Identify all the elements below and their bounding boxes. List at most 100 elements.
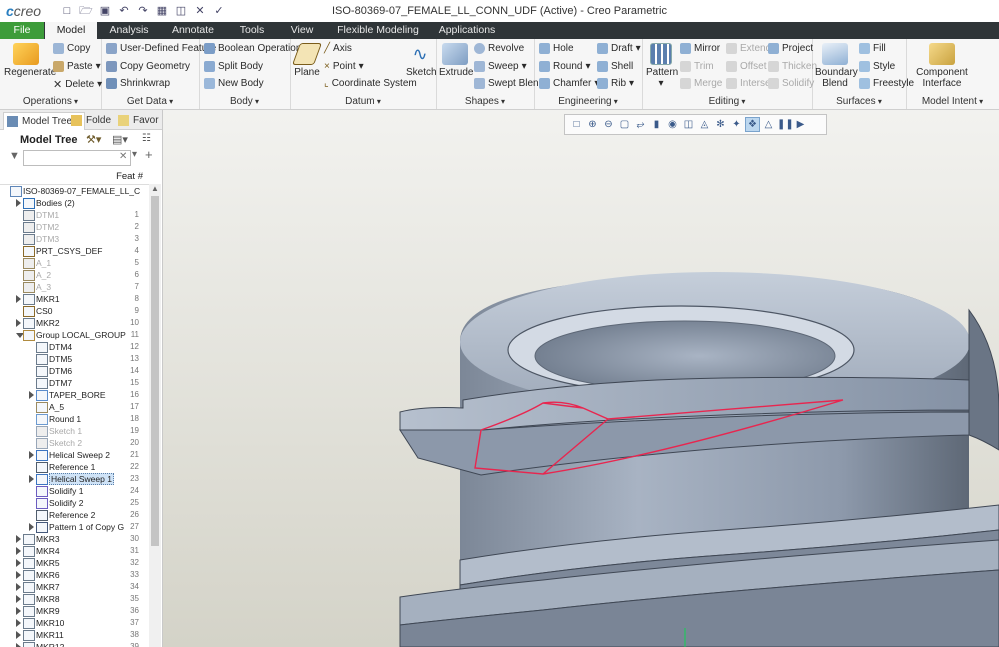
tree-row[interactable]: Bodies (2) xyxy=(0,197,149,209)
tree-row[interactable]: A_5 17 xyxy=(0,401,149,413)
style-button[interactable]: Style xyxy=(859,61,895,72)
extend-button[interactable]: Extend xyxy=(726,43,771,54)
tree-row[interactable]: Sketch 2 20 xyxy=(0,437,149,449)
tree-row[interactable]: Solidify 2 25 xyxy=(0,497,149,509)
show-menu-icon[interactable]: ▤▾ xyxy=(112,133,128,146)
tree-row[interactable]: MKR11 38 xyxy=(0,629,149,641)
scroll-up-icon[interactable]: ▲ xyxy=(151,184,159,193)
tree-row[interactable]: DTM2 2 xyxy=(0,221,149,233)
sketch-button[interactable]: ∿ Sketch xyxy=(406,43,437,78)
point-button[interactable]: × Point ▾ xyxy=(324,61,364,72)
expand-arrow-icon[interactable] xyxy=(16,583,21,591)
delete-button[interactable]: ✕ Delete ▾ xyxy=(53,78,102,91)
axis-button[interactable]: ╱ Axis xyxy=(324,43,352,54)
group-label-model-intent[interactable]: Model Intent xyxy=(906,96,999,107)
clear-search-icon[interactable]: ✕ xyxy=(119,151,127,162)
expand-arrow-icon[interactable] xyxy=(16,547,21,555)
revolve-button[interactable]: Revolve xyxy=(474,43,524,54)
tree-search-input[interactable] xyxy=(23,150,131,166)
split-body-button[interactable]: Split Body xyxy=(204,61,263,72)
regenerate-button[interactable]: Regenerate xyxy=(4,43,56,78)
tree-row[interactable]: DTM3 3 xyxy=(0,233,149,245)
tree-scrollbar[interactable]: ▲ xyxy=(149,184,161,647)
tree-row[interactable]: DTM4 12 xyxy=(0,341,149,353)
tree-row[interactable]: MKR9 36 xyxy=(0,605,149,617)
expand-arrow-icon[interactable] xyxy=(29,523,34,531)
boundary-blend-button[interactable]: Boundary Blend xyxy=(815,43,858,89)
expand-arrow-icon[interactable] xyxy=(16,199,21,207)
settings-tools-icon[interactable]: ⚒▾ xyxy=(86,133,101,146)
shrinkwrap-button[interactable]: Shrinkwrap xyxy=(106,78,170,89)
expand-arrow-icon[interactable] xyxy=(29,391,34,399)
component-interface-button[interactable]: Component Interface xyxy=(912,43,972,89)
expand-arrow-icon[interactable] xyxy=(16,295,21,303)
add-filter-icon[interactable]: + xyxy=(145,147,153,162)
tree-row[interactable]: Pattern 1 of Copy G 27 xyxy=(0,521,149,533)
project-button[interactable]: Project xyxy=(768,43,813,54)
tree-row[interactable]: DTM6 14 xyxy=(0,365,149,377)
expand-arrow-icon[interactable] xyxy=(16,643,21,647)
tree-row[interactable]: Solidify 1 24 xyxy=(0,485,149,497)
expand-arrow-icon[interactable] xyxy=(16,559,21,567)
tree-row[interactable]: MKR10 37 xyxy=(0,617,149,629)
fill-button[interactable]: Fill xyxy=(859,43,886,54)
group-label-engineering[interactable]: Engineering xyxy=(534,96,642,107)
tree-row[interactable]: Helical Sweep 1 23 xyxy=(0,473,149,485)
tree-row[interactable]: ISO-80369-07_FEMALE_LL_C xyxy=(0,185,149,197)
tree-row[interactable]: Reference 2 26 xyxy=(0,509,149,521)
tree-row[interactable]: CS0 9 xyxy=(0,305,149,317)
trim-button[interactable]: Trim xyxy=(680,61,714,72)
tab-file[interactable]: File xyxy=(0,22,44,39)
tab-applications[interactable]: Applications xyxy=(432,22,502,39)
tree-row[interactable]: DTM5 13 xyxy=(0,353,149,365)
tree-row[interactable]: PRT_CSYS_DEF 4 xyxy=(0,245,149,257)
mirror-button[interactable]: Mirror xyxy=(680,43,720,54)
merge-button[interactable]: Merge xyxy=(680,78,722,89)
group-label-editing[interactable]: Editing xyxy=(642,96,812,107)
tab-model[interactable]: Model xyxy=(45,22,97,39)
rib-button[interactable]: Rib ▾ xyxy=(597,78,634,89)
group-label-shapes[interactable]: Shapes xyxy=(436,96,534,107)
search-dropdown-icon[interactable]: ▾ xyxy=(132,149,137,160)
round-button[interactable]: Round ▾ xyxy=(539,61,591,72)
chamfer-button[interactable]: Chamfer ▾ xyxy=(539,78,599,89)
filter-settings-icon[interactable]: ☷ xyxy=(142,133,151,144)
tab-analysis[interactable]: Analysis xyxy=(100,22,158,39)
expand-arrow-icon[interactable] xyxy=(16,631,21,639)
extrude-button[interactable]: Extrude xyxy=(439,43,473,78)
group-label-datum[interactable]: Datum xyxy=(290,96,436,107)
solidify-button[interactable]: Solidify xyxy=(768,78,814,89)
tree-row[interactable]: Reference 1 22 xyxy=(0,461,149,473)
expand-arrow-icon[interactable] xyxy=(16,535,21,543)
copy-button[interactable]: Copy xyxy=(53,43,90,54)
tree-row[interactable]: A_2 6 xyxy=(0,269,149,281)
expand-arrow-icon[interactable] xyxy=(16,607,21,615)
offset-button[interactable]: Offset xyxy=(726,61,767,72)
tree-row[interactable]: MKR4 31 xyxy=(0,545,149,557)
tree-row[interactable]: MKR6 33 xyxy=(0,569,149,581)
tab-tools[interactable]: Tools xyxy=(228,22,276,39)
expand-arrow-icon[interactable] xyxy=(16,595,21,603)
expand-arrow-icon[interactable] xyxy=(16,619,21,627)
coordinate-system-button[interactable]: ⌞ Coordinate System xyxy=(324,78,417,89)
group-label-operations[interactable]: Operations xyxy=(0,96,101,107)
model-geometry[interactable] xyxy=(163,110,999,647)
feat-number-column[interactable]: Feat # xyxy=(116,171,143,182)
tree-row[interactable]: A_1 5 xyxy=(0,257,149,269)
tree-row[interactable]: Group LOCAL_GROUP 11 xyxy=(0,329,149,341)
tree-row[interactable]: MKR3 30 xyxy=(0,533,149,545)
tree-row[interactable]: MKR5 32 xyxy=(0,557,149,569)
hole-button[interactable]: Hole xyxy=(539,43,574,54)
sweep-button[interactable]: Sweep ▾ xyxy=(474,61,527,72)
copy-geometry-button[interactable]: Copy Geometry xyxy=(106,61,190,72)
group-label-body[interactable]: Body xyxy=(199,96,290,107)
tree-row[interactable]: MKR2 10 xyxy=(0,317,149,329)
tree-row[interactable]: DTM7 15 xyxy=(0,377,149,389)
tree-row[interactable]: Helical Sweep 2 21 xyxy=(0,449,149,461)
expand-arrow-icon[interactable] xyxy=(29,451,34,459)
tree-row[interactable]: Round 1 18 xyxy=(0,413,149,425)
pattern-button[interactable]: Pattern ▾ xyxy=(646,43,678,89)
expand-arrow-icon[interactable] xyxy=(16,571,21,579)
tab-view[interactable]: View xyxy=(280,22,324,39)
tree-scrollbar-thumb[interactable] xyxy=(151,196,159,546)
